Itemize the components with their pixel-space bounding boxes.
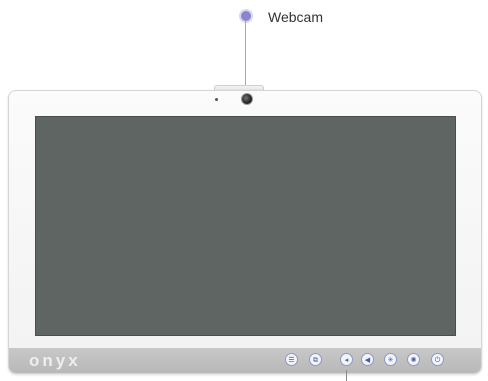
webcam-callout-dot — [241, 11, 251, 21]
input-select-button[interactable]: ⧉ — [309, 353, 322, 366]
brightness-down-button[interactable]: ✳ — [384, 353, 397, 366]
volume-up-button[interactable]: ◀ — [361, 353, 374, 366]
display-screen — [35, 116, 456, 336]
webcam-lens-icon — [241, 93, 253, 105]
control-bar: onyx ☰ ⧉ ◂ ◀ ✳ ✺ ⏻ — [9, 348, 481, 373]
microphone-icon — [215, 98, 218, 101]
webcam-callout-line — [245, 21, 246, 93]
menu-button[interactable]: ☰ — [285, 353, 298, 366]
webcam-callout-label: Webcam — [268, 9, 323, 25]
brand-logo: onyx — [29, 351, 81, 370]
monitor-bezel: onyx ☰ ⧉ ◂ ◀ ✳ ✺ ⏻ — [8, 90, 482, 374]
brightness-up-button[interactable]: ✺ — [407, 353, 420, 366]
volume-down-button[interactable]: ◂ — [340, 353, 353, 366]
buttons-callout-line — [346, 370, 347, 381]
power-button[interactable]: ⏻ — [431, 353, 444, 366]
